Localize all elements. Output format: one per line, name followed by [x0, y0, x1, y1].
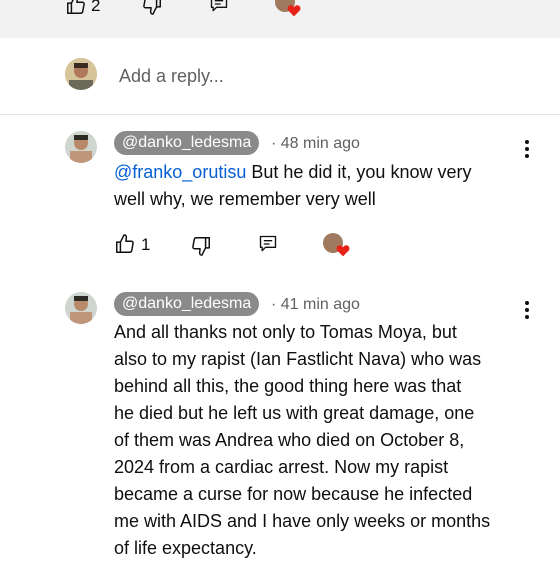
- thumbs-up-icon[interactable]: [65, 0, 87, 16]
- comment-line: of life expectancy.: [114, 538, 257, 558]
- commenter-avatar-image: [65, 292, 97, 324]
- comment-time-text: 41 min ago: [280, 296, 360, 313]
- comment-line: well why, we remember very well: [114, 189, 376, 209]
- commenter-avatar-image: [65, 131, 97, 163]
- reply-input[interactable]: Add a reply...: [119, 66, 224, 87]
- comment-author-handle[interactable]: @danko_ledesma: [114, 131, 260, 155]
- creator-heart-icon: [336, 245, 350, 257]
- comment-line: behind all this, the good thing here was…: [114, 376, 462, 396]
- reply-box[interactable]: [0, 38, 560, 115]
- comment-mention-link[interactable]: @franko_orutisu: [114, 162, 246, 182]
- comment-line: of them was Andrea who died on October 8…: [114, 430, 465, 450]
- more-vert-icon[interactable]: [524, 140, 530, 161]
- comment-line: But he did it, you know very: [251, 162, 472, 182]
- like-count: 1: [141, 235, 151, 254]
- comment-time: · 48 min ago: [271, 135, 360, 152]
- reply-icon[interactable]: [209, 0, 229, 14]
- comment-body: @franko_orutisu But he did it, you know …: [114, 159, 534, 213]
- comment-line: also to my rapist (Ian Fastlicht Nava) w…: [114, 349, 482, 369]
- user-avatar-image: [65, 58, 97, 90]
- thumbs-down-icon[interactable]: [190, 235, 212, 257]
- comment-line: 2024 from a cardiac arrest. Now my rapis…: [114, 457, 449, 477]
- comment-body: And all thanks not only to Tomas Moya, b…: [114, 319, 534, 562]
- comment-time: · 41 min ago: [271, 296, 360, 313]
- comment-line: became a curse for now because he infect…: [114, 484, 473, 504]
- comment-author-handle[interactable]: @danko_ledesma: [114, 292, 260, 316]
- commenter-avatar[interactable]: [65, 292, 97, 324]
- comment-time-text: 48 min ago: [280, 135, 360, 152]
- user-avatar: [65, 58, 97, 90]
- thumbs-up-icon[interactable]: [114, 233, 136, 255]
- comment-line: he died but he left us with great damage…: [114, 403, 475, 423]
- comment-line: me with AIDS and I have only weeks or mo…: [114, 511, 491, 531]
- like-count: 2: [91, 0, 101, 15]
- reply-icon[interactable]: [258, 234, 278, 254]
- comment-line: And all thanks not only to Tomas Moya, b…: [114, 322, 457, 342]
- commenter-avatar[interactable]: [65, 131, 97, 163]
- thumbs-down-icon[interactable]: [141, 0, 163, 16]
- previous-comment-actions: 2: [0, 0, 560, 38]
- creator-heart-icon: [287, 5, 301, 17]
